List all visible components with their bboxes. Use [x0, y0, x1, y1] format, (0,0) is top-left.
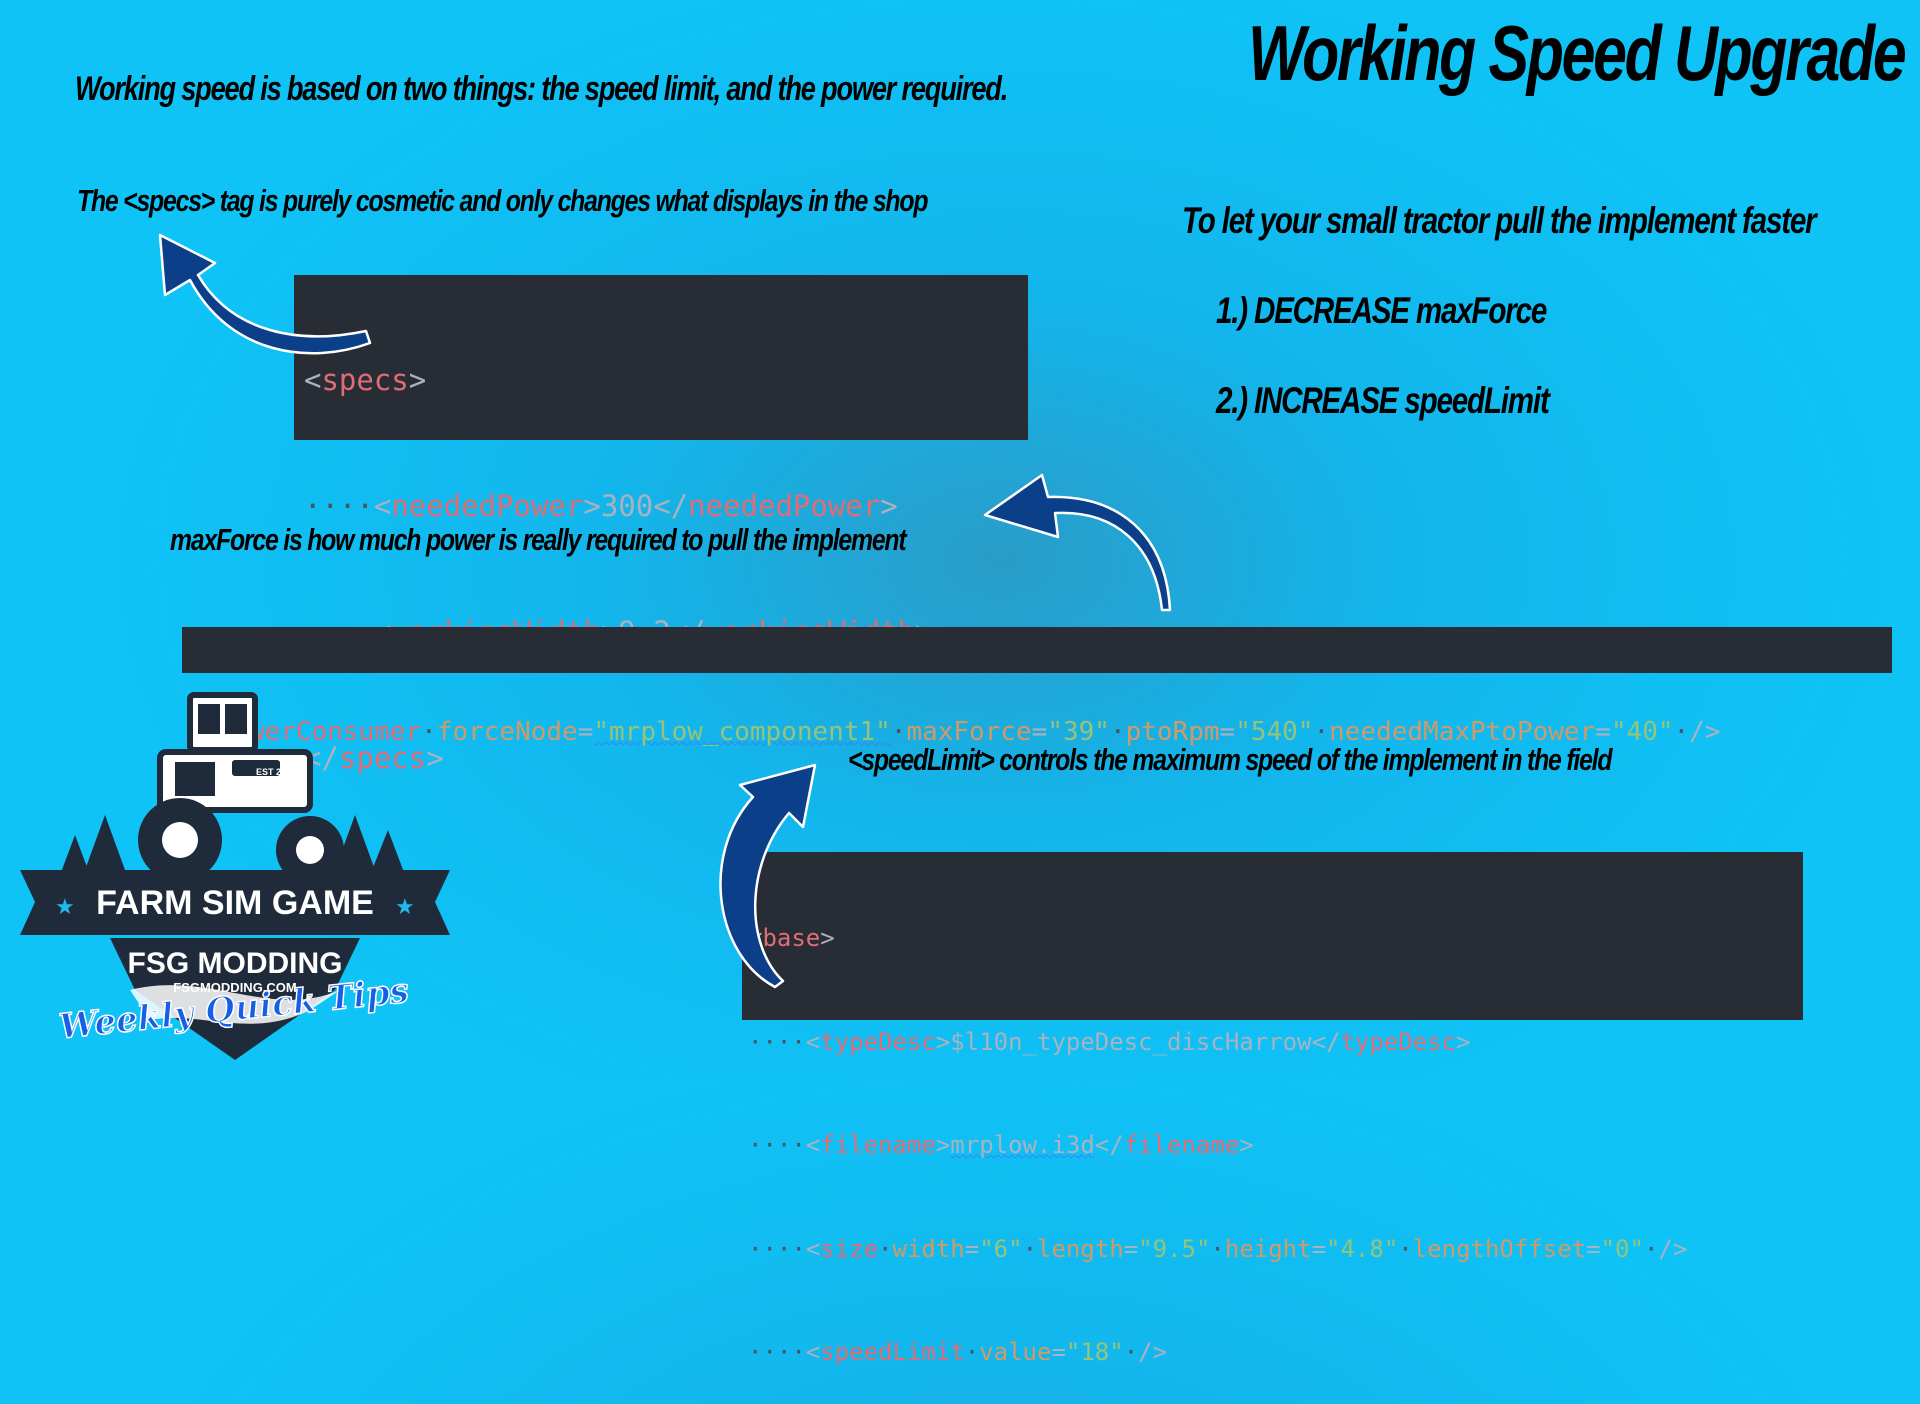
filename-close-tag: filename [1123, 1131, 1240, 1159]
length-value: "9.5" [1138, 1234, 1211, 1263]
fsg-logo: EST 2020 FARM SIM GAME ★ ★ FSG MODDING F… [20, 692, 450, 1060]
logo-badge: EST 2020 [256, 767, 296, 777]
speed-limit-line: ····<speedLimit·value="18"·/> [748, 1338, 1168, 1366]
step-two-caption: 2.) INCREASE speedLimit [1216, 380, 1550, 421]
step-one-caption: 1.) DECREASE maxForce [1216, 290, 1547, 331]
needed-power-line: ····<neededPower>300</neededPower> [304, 489, 898, 523]
value-attr: value [979, 1338, 1052, 1366]
speed-limit-value: "18" [1065, 1338, 1124, 1366]
needed-max-pto-value: "40" [1610, 717, 1674, 747]
tractor-icon [138, 692, 344, 884]
filename-line: ····<filename>mrplow.i3d</filename> [748, 1131, 1254, 1159]
filename-value: mrplow.i3d [950, 1131, 1095, 1159]
height-attr: height [1224, 1234, 1312, 1263]
size-tag: size [820, 1234, 879, 1263]
speedlimit-arrow-icon [719, 763, 817, 989]
specs-caption: The <specs> tag is purely cosmetic and o… [77, 183, 928, 218]
needed-power-tag: neededPower [391, 489, 584, 523]
needed-power-value: 300 [600, 489, 654, 523]
base-code-block: <base> ····<typeDesc>$l10n_typeDesc_disc… [742, 852, 1803, 1366]
base-open-line: <base> [748, 924, 835, 952]
max-force-value: "39" [1047, 717, 1110, 747]
size-line: ····<size·width="6"·length="9.5"·height=… [748, 1234, 1688, 1263]
height-value: "4.8" [1326, 1234, 1399, 1263]
page-title: Working Speed Upgrade [1247, 9, 1907, 97]
specs-arrow-icon [158, 233, 372, 355]
needed-power-close-tag: neededPower [688, 489, 881, 523]
type-desc-line: ····<typeDesc>$l10n_typeDesc_discHarrow<… [748, 1027, 1471, 1056]
logo-brand: FARM SIM GAME [96, 884, 374, 922]
star-icon: ★ [395, 894, 415, 919]
maxforce-arrow-icon [983, 473, 1172, 612]
logo-sub: FSG MODDING [128, 947, 343, 980]
pto-rpm-attr: ptoRpm [1125, 717, 1220, 747]
power-consumer-code-block: <powerConsumer·forceNode="mrplow_compone… [182, 627, 1892, 747]
intro-caption: Working speed is based on two things: th… [75, 70, 1008, 108]
max-force-attr: maxForce [906, 717, 1032, 747]
specs-code-block: <specs> ····<neededPower>300</neededPowe… [294, 275, 1028, 775]
force-node-value: "mrplow_component1" [593, 717, 891, 747]
length-offset-value: "0" [1600, 1234, 1644, 1263]
needed-max-pto-attr: neededMaxPtoPower [1329, 717, 1596, 747]
pto-rpm-value: "540" [1235, 717, 1314, 747]
width-attr: width [892, 1234, 965, 1263]
filename-tag: filename [820, 1131, 936, 1159]
type-desc-value: $l10n_typeDesc_discHarrow [950, 1027, 1312, 1056]
speed-limit-tag: speedLimit [820, 1338, 965, 1366]
length-attr: length [1037, 1234, 1124, 1263]
type-desc-close-tag: typeDesc [1340, 1027, 1457, 1056]
star-icon: ★ [55, 894, 75, 919]
width-value: "6" [979, 1234, 1023, 1263]
specs-open-line: <specs> [304, 363, 427, 397]
type-desc-tag: typeDesc [820, 1027, 936, 1056]
goal-caption: To let your small tractor pull the imple… [1182, 200, 1817, 241]
length-offset-attr: lengthOffset [1412, 1234, 1587, 1263]
